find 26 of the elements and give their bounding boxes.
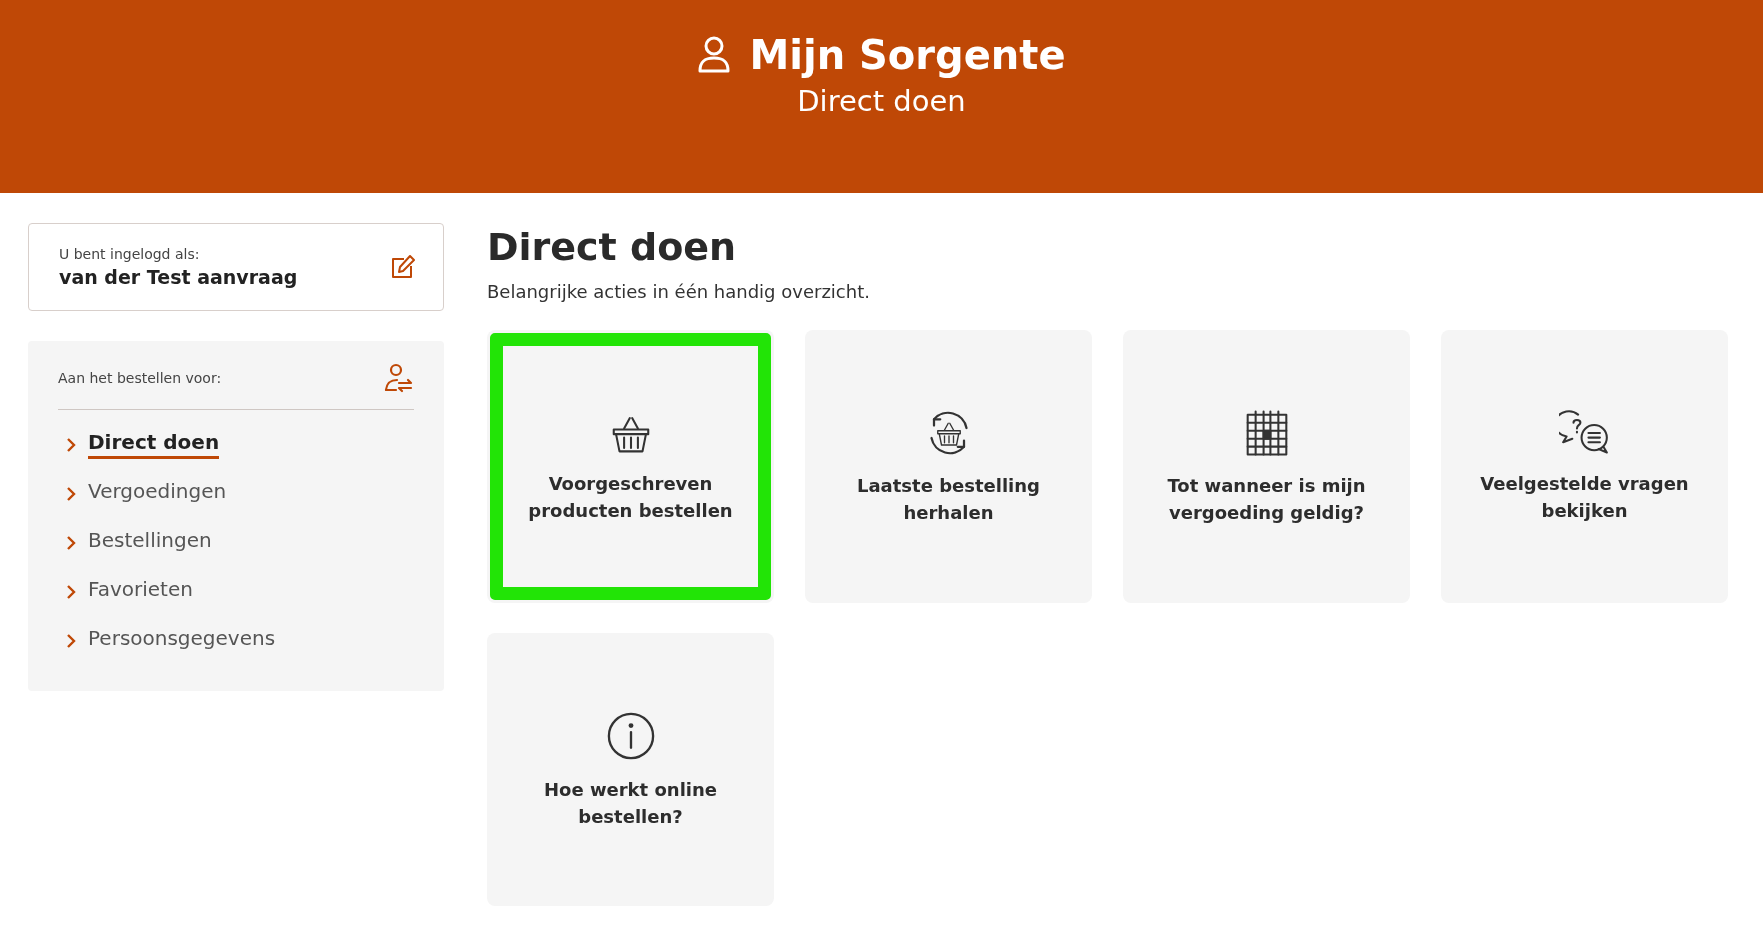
action-card[interactable]: Laatste bestelling herhalen [805,330,1092,603]
switch-user-icon[interactable] [384,363,414,393]
nav-link[interactable]: Favorieten [66,577,414,606]
user-name: van der Test aanvraag [59,266,298,288]
chevron-right-icon [66,583,76,600]
user-icon [697,36,732,74]
ordering-for-label: Aan het bestellen voor: [58,370,222,386]
nav-link[interactable]: Persoonsgegevens [66,626,414,655]
login-label: U bent ingelogd als: [59,246,201,262]
chat-questions-icon [1558,409,1611,456]
site-title: Mijn Sorgente [749,32,1066,78]
chevron-right-icon [66,534,76,551]
nav-link[interactable]: Direct doen [66,430,414,459]
page-subtitle: Direct doen [797,84,966,118]
action-card[interactable]: Voorgeschreven producten bestellen [487,330,774,603]
page-intro: Belangrijke acties in één handig overzicht. [487,281,871,302]
nav-link[interactable]: Vergoedingen [66,479,414,508]
action-card[interactable]: Veelgestelde vragen bekijken [1441,330,1728,603]
chevron-right-icon [66,632,76,649]
action-card[interactable]: Tot wanneer is mijn vergoeding geldig? [1123,330,1410,603]
page-title: Direct doen [487,225,738,269]
chevron-right-icon [66,436,76,453]
nav-link[interactable]: Bestellingen [66,528,414,557]
action-card[interactable]: Hoe werkt online bestellen? [487,633,774,906]
edit-icon[interactable] [391,255,415,279]
chevron-right-icon [66,485,76,502]
